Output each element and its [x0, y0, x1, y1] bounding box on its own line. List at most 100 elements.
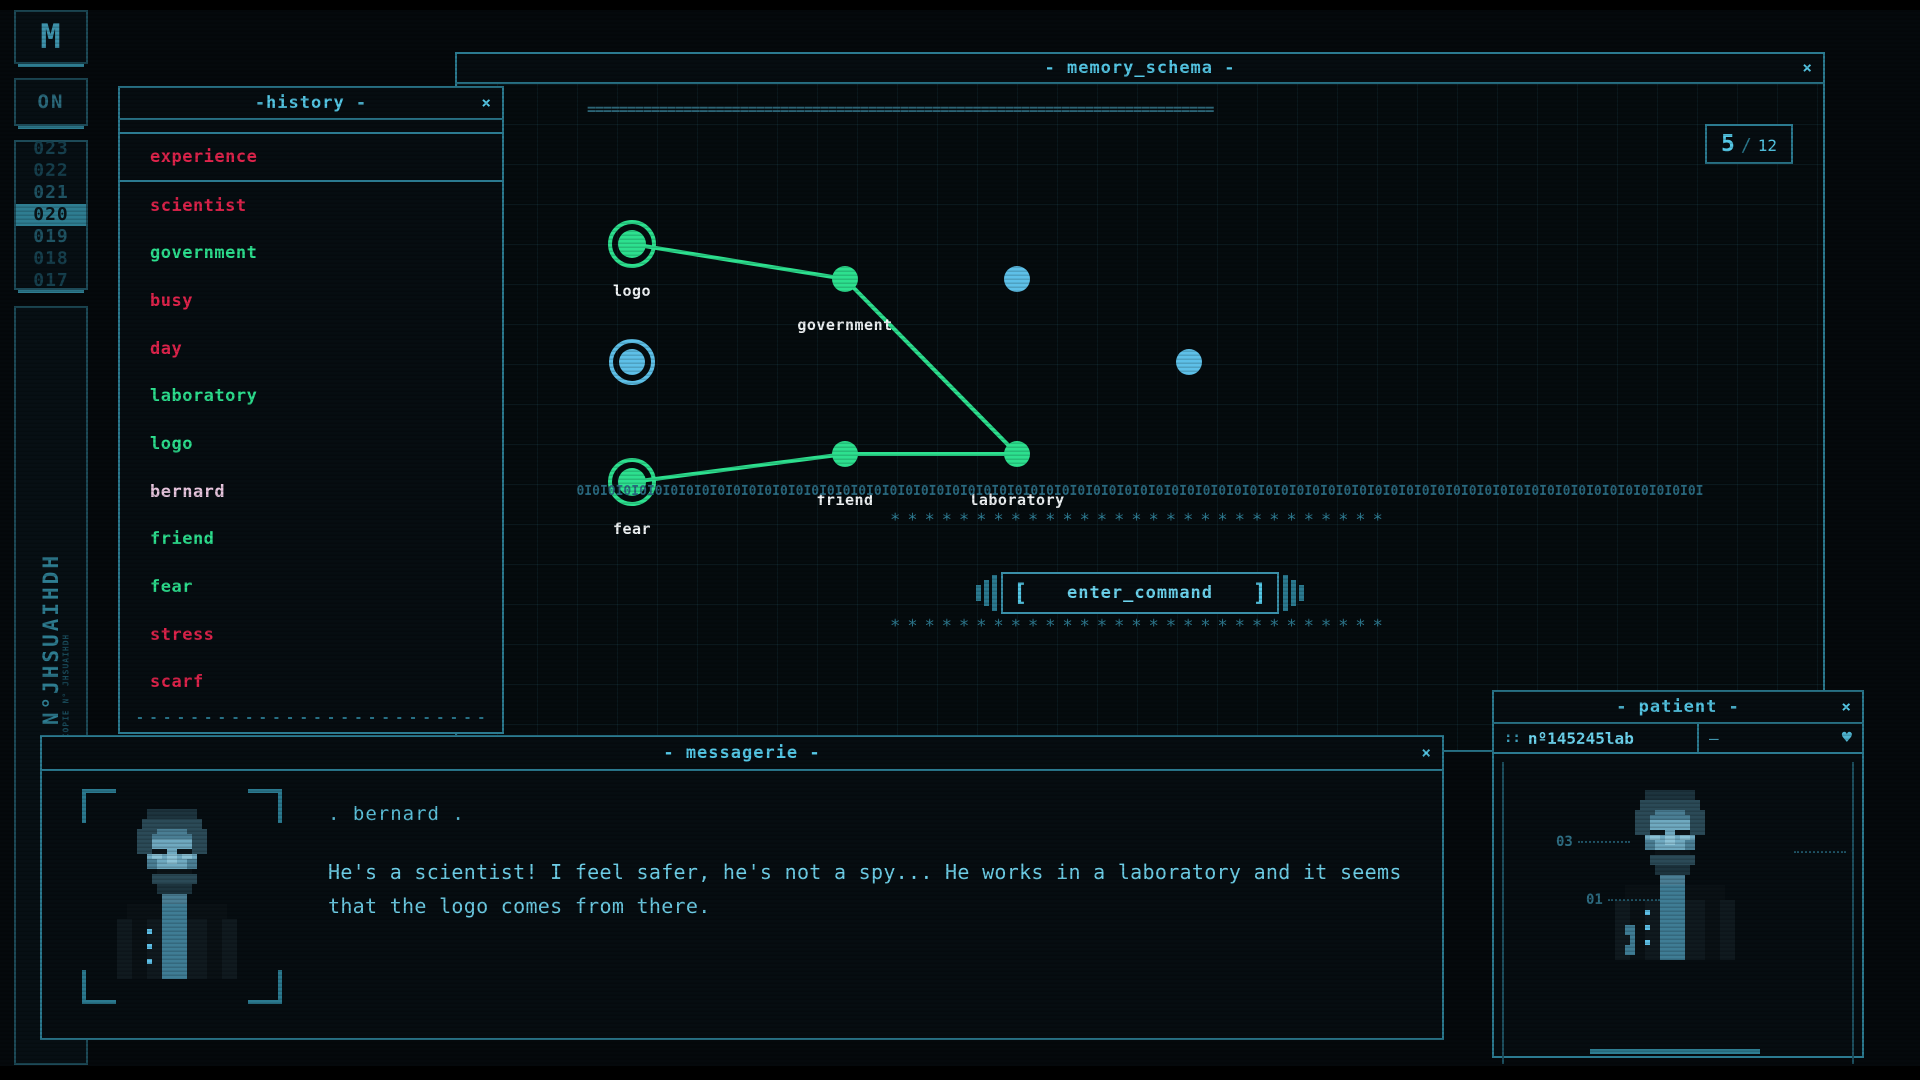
- history-item-label: scarf: [150, 672, 204, 692]
- graph-edge-layer: [632, 244, 1017, 482]
- heart-icon: ♥: [1842, 728, 1852, 748]
- bracket-right-icon: ]: [1253, 579, 1267, 607]
- patient-marker-label: 03: [1556, 834, 1573, 850]
- close-icon[interactable]: ×: [1421, 745, 1432, 761]
- history-item[interactable]: laboratory: [120, 372, 502, 420]
- close-icon[interactable]: ×: [1841, 699, 1852, 715]
- history-list[interactable]: experience scientist government busy day labo…: [118, 134, 502, 730]
- counter-item[interactable]: 022: [16, 160, 86, 182]
- app-logo-glyph: M: [40, 20, 61, 54]
- memory-graph[interactable]: [457, 84, 1823, 750]
- counter-item[interactable]: 018: [16, 248, 86, 270]
- history-item-label: laboratory: [150, 386, 257, 406]
- history-item[interactable]: friend: [120, 516, 502, 564]
- message-speaker: . bernard .: [328, 803, 1402, 825]
- history-item-label: experience: [150, 147, 257, 167]
- memory-schema-body: ========================================…: [457, 84, 1823, 750]
- patient-id-prefix-icon: ::: [1504, 730, 1521, 746]
- graph-node-blue_free_2[interactable]: [1176, 349, 1202, 375]
- graph-edge: [632, 454, 845, 482]
- history-item-label: day: [150, 339, 182, 359]
- patient-status-field[interactable]: — ♥: [1699, 724, 1862, 752]
- close-icon[interactable]: ×: [1802, 60, 1813, 76]
- close-icon[interactable]: ×: [481, 95, 492, 111]
- patient-marker-label: 02: [1851, 844, 1854, 860]
- counter-item[interactable]: 017: [16, 270, 86, 292]
- history-item[interactable]: busy: [120, 277, 502, 325]
- patient-window: - patient - × :: nº145245lab — ♥ 030201: [1492, 690, 1864, 1058]
- history-title: -history -: [255, 93, 367, 113]
- history-item-label: stress: [150, 625, 214, 645]
- bracket-left-icon: [: [1013, 579, 1027, 607]
- app-logo-box[interactable]: M: [14, 10, 88, 64]
- patient-titlebar: - patient - ×: [1494, 692, 1862, 724]
- graph-edge: [632, 244, 845, 279]
- audio-bars-right-icon: [1283, 575, 1304, 611]
- audio-bars-left-icon: [976, 575, 997, 611]
- history-item[interactable]: scarf: [120, 659, 502, 707]
- graph-node-government[interactable]: [832, 266, 858, 292]
- history-item-label: fear: [150, 577, 193, 597]
- history-item[interactable]: fear: [120, 563, 502, 611]
- session-counter-list[interactable]: 023 022 021 020 019 018 017: [14, 140, 88, 290]
- history-item-label: government: [150, 243, 257, 263]
- command-input-row: [ enter_command ]: [976, 572, 1304, 614]
- memory-schema-window: - memory_schema - × ====================…: [455, 52, 1825, 752]
- patient-marker-leader-line: [1578, 841, 1630, 843]
- graph-node-label: government: [797, 316, 892, 334]
- history-window: -history - × experience scientist governme…: [118, 86, 504, 734]
- counter-item-active[interactable]: 020: [16, 204, 86, 226]
- history-item-label: friend: [150, 529, 214, 549]
- message-text-column: . bernard . He's a scientist! I feel saf…: [282, 789, 1442, 1038]
- patient-marker: 01: [1586, 892, 1660, 908]
- history-item[interactable]: bernard: [120, 468, 502, 516]
- history-footer-divider: - - - - - - - - - - - - - - - - - - - - …: [136, 711, 486, 726]
- history-item[interactable]: logo: [120, 420, 502, 468]
- graph-edge: [845, 279, 1017, 454]
- graph-node-logo[interactable]: [618, 230, 646, 258]
- history-subheader: [120, 120, 502, 134]
- history-item[interactable]: experience: [120, 134, 502, 182]
- history-item-label: bernard: [150, 482, 225, 502]
- messagerie-window: - messagerie - × . bernard . He's a scie…: [40, 735, 1444, 1040]
- history-item[interactable]: government: [120, 229, 502, 277]
- patient-title: - patient -: [1616, 697, 1740, 717]
- patient-id-value: nº145245lab: [1528, 729, 1634, 748]
- history-item[interactable]: day: [120, 325, 502, 373]
- graph-node-label: logo: [613, 282, 651, 300]
- letterbox-bottom: [0, 1066, 1920, 1080]
- patient-marker-label: 01: [1586, 892, 1603, 908]
- memory-schema-titlebar: - memory_schema - ×: [457, 54, 1823, 84]
- command-input[interactable]: [ enter_command ]: [1001, 572, 1279, 614]
- messagerie-body: . bernard . He's a scientist! I feel saf…: [42, 771, 1442, 1038]
- counter-item[interactable]: 023: [16, 138, 86, 160]
- messagerie-title: - messagerie -: [663, 743, 820, 763]
- history-item[interactable]: stress: [120, 611, 502, 659]
- message-body: He's a scientist! I feel safer, he's not…: [328, 855, 1402, 923]
- graph-node-blue_free_1[interactable]: [1004, 266, 1030, 292]
- graph-node-blue_anchor[interactable]: [619, 349, 645, 375]
- patient-baseline: [1590, 1049, 1760, 1054]
- copy-identifier-sublabel: COPIE N° JHSUAIHDH: [62, 633, 71, 738]
- patient-portrait-area: 03 02 01: [1502, 762, 1854, 1064]
- patient-id-field[interactable]: :: nº145245lab: [1494, 724, 1699, 752]
- speaker-portrait: [102, 809, 262, 984]
- patient-meta-row: :: nº145245lab — ♥: [1494, 724, 1862, 754]
- star-separator-bottom: ∗∗∗∗∗∗∗∗∗∗∗∗∗∗∗∗∗∗∗∗∗∗∗∗∗∗∗∗∗: [457, 613, 1823, 633]
- graph-node-friend[interactable]: [832, 441, 858, 467]
- patient-marker: 03: [1556, 834, 1630, 850]
- patient-status-value: —: [1709, 729, 1719, 748]
- graph-node-layer: [610, 222, 1202, 504]
- counter-item[interactable]: 019: [16, 226, 86, 248]
- patient-marker-leader-line: [1608, 899, 1660, 901]
- history-item[interactable]: scientist: [120, 182, 502, 230]
- graph-node-laboratory[interactable]: [1004, 441, 1030, 467]
- command-placeholder: enter_command: [1067, 583, 1213, 603]
- power-status-box[interactable]: ON: [14, 78, 88, 126]
- counter-item[interactable]: 021: [16, 182, 86, 204]
- binary-separator: 0I0I0I0I0I0I0I0I0I0I0I0I0I0I0I0I0I0I0I0I…: [457, 484, 1823, 499]
- history-item-label: logo: [150, 434, 193, 454]
- patient-marker-leader-line: [1794, 851, 1846, 853]
- speaker-portrait-frame: [82, 789, 282, 1004]
- history-item-label: busy: [150, 291, 193, 311]
